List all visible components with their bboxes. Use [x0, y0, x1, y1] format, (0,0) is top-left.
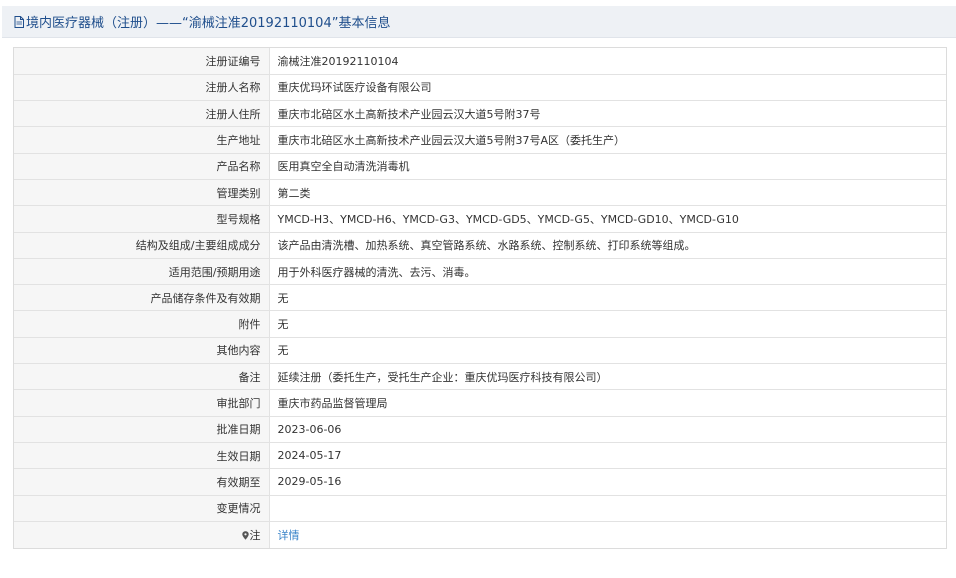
row-value: 第二类: [269, 179, 946, 207]
row-value: 医用真空全自动清洗消毒机: [269, 153, 946, 180]
row-value: 用于外科医疗器械的清洗、去污、消毒。: [269, 258, 946, 286]
row-value: YMCD-H3、YMCD-H6、YMCD-G3、YMCD-GD5、YMCD-G5…: [269, 205, 946, 233]
row-label: 附件: [14, 310, 270, 338]
document-icon: [14, 15, 24, 28]
page-title: 境内医疗器械（注册）——“渝械注准20192110104”基本信息: [26, 16, 391, 31]
row-label: 管理类别: [14, 179, 270, 207]
table-row: 有效期至 2029-05-16: [14, 468, 946, 496]
row-label: 生效日期: [14, 442, 270, 470]
table-row: 适用范围/预期用途 用于外科医疗器械的清洗、去污、消毒。: [14, 258, 946, 286]
row-label: 有效期至: [14, 468, 270, 496]
table-row: 生产地址 重庆市北碚区水土高新技术产业园云汉大道5号附37号A区（委托生产）: [14, 126, 946, 154]
row-label: 型号规格: [14, 205, 270, 233]
table-row: 备注 延续注册（委托生产，受托生产企业：重庆优玛医疗科技有限公司）: [14, 363, 946, 391]
row-label: 生产地址: [14, 126, 270, 154]
table-row: 附件 无: [14, 310, 946, 338]
table-row: 产品名称 医用真空全自动清洗消毒机: [14, 153, 946, 180]
row-value: 重庆市北碚区水土高新技术产业园云汉大道5号附37号A区（委托生产）: [269, 126, 946, 154]
row-label: 审批部门: [14, 389, 270, 417]
page: 境内医疗器械（注册）——“渝械注准20192110104”基本信息 注册证编号 …: [0, 0, 956, 578]
table-row: 生效日期 2024-05-17: [14, 442, 946, 470]
row-label: 结构及组成/主要组成成分: [14, 232, 270, 259]
row-value: 延续注册（委托生产，受托生产企业：重庆优玛医疗科技有限公司）: [269, 363, 946, 391]
note-label: 注: [249, 528, 261, 542]
info-table-container: 注册证编号 渝械注准20192110104 注册人名称 重庆优玛环试医疗设备有限…: [13, 47, 947, 549]
row-label: 适用范围/预期用途: [14, 258, 270, 286]
row-value: 重庆市北碚区水土高新技术产业园云汉大道5号附37号: [269, 100, 946, 128]
row-value: 2029-05-16: [269, 468, 946, 496]
row-label: 批准日期: [14, 416, 270, 443]
row-label: 其他内容: [14, 337, 270, 365]
row-label: 产品储存条件及有效期: [14, 284, 270, 312]
row-value: 无: [269, 284, 946, 312]
table-row: 变更情况: [14, 495, 946, 522]
note-label-cell: 注: [14, 521, 270, 548]
row-label: 注册证编号: [14, 48, 270, 75]
pin-icon: [241, 530, 249, 540]
table-row: 注册证编号 渝械注准20192110104: [14, 48, 946, 75]
details-link[interactable]: 详情: [278, 529, 300, 542]
note-value-cell: 详情: [269, 521, 946, 548]
title-bar: 境内医疗器械（注册）——“渝械注准20192110104”基本信息: [2, 6, 956, 38]
table-row: 结构及组成/主要组成成分 该产品由清洗槽、加热系统、真空管路系统、水路系统、控制…: [14, 232, 946, 259]
row-value: 渝械注准20192110104: [269, 48, 946, 75]
info-table: 注册证编号 渝械注准20192110104 注册人名称 重庆优玛环试医疗设备有限…: [14, 48, 946, 548]
row-value: [269, 495, 946, 522]
row-label: 注册人住所: [14, 100, 270, 128]
table-row: 产品储存条件及有效期 无: [14, 284, 946, 312]
table-row: 批准日期 2023-06-06: [14, 416, 946, 443]
row-value: 无: [269, 337, 946, 365]
table-row: 型号规格 YMCD-H3、YMCD-H6、YMCD-G3、YMCD-GD5、YM…: [14, 205, 946, 233]
row-value: 重庆市药品监督管理局: [269, 389, 946, 417]
row-label: 备注: [14, 363, 270, 391]
table-row: 注册人住所 重庆市北碚区水土高新技术产业园云汉大道5号附37号: [14, 100, 946, 128]
row-label: 产品名称: [14, 153, 270, 180]
table-row: 管理类别 第二类: [14, 179, 946, 207]
note-row: 注 详情: [14, 521, 946, 548]
row-value: 2024-05-17: [269, 442, 946, 470]
row-value: 该产品由清洗槽、加热系统、真空管路系统、水路系统、控制系统、打印系统等组成。: [269, 232, 946, 259]
row-label: 注册人名称: [14, 74, 270, 102]
row-value: 无: [269, 310, 946, 338]
table-row: 注册人名称 重庆优玛环试医疗设备有限公司: [14, 74, 946, 102]
row-value: 重庆优玛环试医疗设备有限公司: [269, 74, 946, 102]
table-row: 审批部门 重庆市药品监督管理局: [14, 389, 946, 417]
row-value: 2023-06-06: [269, 416, 946, 443]
table-row: 其他内容 无: [14, 337, 946, 365]
row-label: 变更情况: [14, 495, 270, 522]
